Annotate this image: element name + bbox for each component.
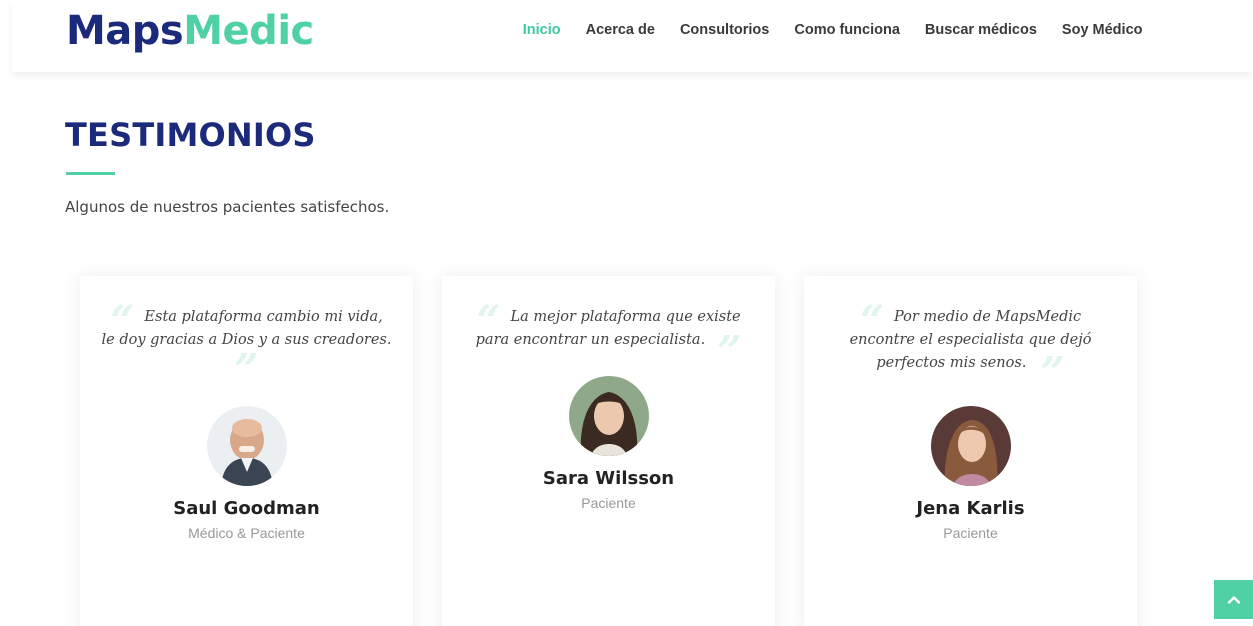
testimonial-card: “Esta plataforma cambio mi vida, le doy …	[80, 276, 413, 626]
main-nav: Inicio Acerca de Consultorios Como funci…	[510, 20, 1155, 40]
site-logo[interactable]: MapsMedic	[66, 8, 314, 54]
person-name: Sara Wilsson	[542, 468, 675, 489]
quote-line: Esta plataforma cambio mi vida,	[144, 309, 383, 325]
person-name: Saul Goodman	[173, 498, 320, 519]
testimonial-quote: “La mejor plataforma que existe para enc…	[475, 296, 742, 376]
quote-line: encontre el especialista que dejó	[849, 332, 1092, 348]
person-role: Paciente	[581, 495, 636, 511]
avatar	[206, 406, 287, 486]
logo-medic-text: Medic	[183, 8, 314, 54]
back-to-top-button[interactable]	[1214, 580, 1253, 619]
person-role: Paciente	[943, 525, 998, 541]
nav-item-acerca-de[interactable]: Acerca de	[573, 20, 667, 40]
section-subtitle: Algunos de nuestros pacientes satisfecho…	[65, 198, 390, 216]
person-name: Jena Karlis	[916, 498, 1025, 519]
testimonial-quote: “Por medio de MapsMedic encontre el espe…	[849, 296, 1092, 397]
nav-item-como-funciona[interactable]: Como funciona	[782, 20, 913, 40]
testimonial-card: “Por medio de MapsMedic encontre el espe…	[804, 276, 1137, 626]
quote-line: perfectos mis senos.	[876, 355, 1027, 371]
nav-item-soy-medico[interactable]: Soy Médico	[1049, 20, 1155, 40]
testimonial-quote: “Esta plataforma cambio mi vida, le doy …	[101, 296, 392, 394]
avatar	[930, 406, 1011, 486]
site-header: MapsMedic Inicio Acerca de Consultorios …	[12, 0, 1253, 72]
section-title: TESTIMONIOS	[65, 116, 316, 154]
quote-line: Por medio de MapsMedic	[893, 309, 1082, 325]
quote-line: para encontrar un especialista.	[475, 332, 706, 348]
logo-maps-text: Maps	[66, 8, 184, 54]
quote-line: La mejor plataforma que existe	[510, 309, 741, 325]
testimonial-card: “La mejor plataforma que existe para enc…	[442, 276, 775, 626]
nav-item-buscar-medicos[interactable]: Buscar médicos	[912, 20, 1049, 40]
nav-item-inicio[interactable]: Inicio	[510, 20, 573, 40]
person-role: Médico & Paciente	[188, 525, 305, 541]
chevron-up-icon	[1227, 595, 1240, 604]
title-underline	[66, 172, 115, 175]
avatar	[568, 376, 649, 456]
nav-item-consultorios[interactable]: Consultorios	[667, 20, 781, 40]
